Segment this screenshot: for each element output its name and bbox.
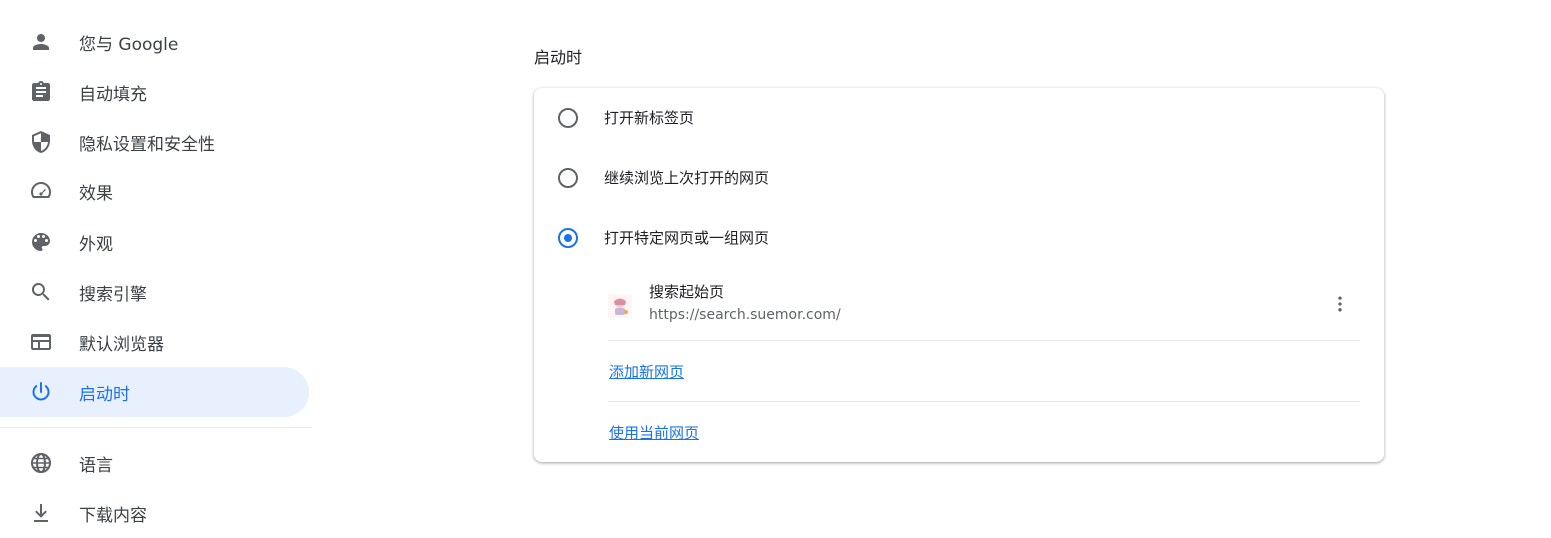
sidebar-item-label: 您与 Google (79, 34, 179, 55)
startup-options-card: 打开新标签页 继续浏览上次打开的网页 打开特定网页或一组网页 搜索起始页 htt… (534, 88, 1384, 462)
sidebar-item-autofill[interactable]: 自动填充 (0, 67, 309, 117)
sidebar-item-label: 自动填充 (79, 84, 147, 105)
site-favicon-icon (608, 294, 632, 318)
more-actions-button[interactable] (1328, 292, 1352, 316)
browser-icon (29, 330, 53, 354)
use-current-pages-link[interactable]: 使用当前网页 (609, 422, 699, 443)
sidebar-item-appearance[interactable]: 外观 (0, 217, 309, 267)
divider (608, 401, 1360, 402)
option-continue-where-left-off[interactable]: 继续浏览上次打开的网页 (534, 148, 1384, 208)
power-icon (29, 380, 53, 404)
speedometer-icon (29, 179, 53, 203)
palette-icon (29, 230, 53, 254)
divider (608, 340, 1360, 341)
sidebar-item-label: 搜索引擎 (79, 284, 147, 305)
search-icon (29, 280, 53, 304)
sidebar-item-label: 隐私设置和安全性 (79, 134, 215, 155)
sidebar-item-label: 默认浏览器 (79, 334, 164, 355)
shield-icon (29, 130, 53, 154)
radio-button[interactable] (558, 108, 578, 128)
sidebar-item-label: 启动时 (79, 384, 130, 405)
page-name: 搜索起始页 (649, 283, 725, 301)
more-vert-icon (1338, 296, 1342, 312)
sidebar-item-languages[interactable]: 语言 (0, 438, 309, 488)
sidebar-item-on-startup[interactable]: 启动时 (0, 367, 309, 417)
sidebar-item-search-engine[interactable]: 搜索引擎 (0, 267, 309, 317)
sidebar-item-you-and-google[interactable]: 您与 Google (0, 17, 309, 67)
sidebar-item-performance[interactable]: 效果 (0, 166, 309, 216)
sidebar-item-privacy[interactable]: 隐私设置和安全性 (0, 117, 309, 167)
sidebar-item-default-browser[interactable]: 默认浏览器 (0, 317, 309, 367)
sidebar-divider (0, 427, 312, 428)
person-icon (29, 30, 53, 54)
section-title: 启动时 (534, 48, 583, 67)
add-new-page-link[interactable]: 添加新网页 (609, 361, 684, 382)
option-label: 继续浏览上次打开的网页 (604, 169, 770, 187)
page-url: https://search.suemor.com/ (649, 307, 841, 323)
option-open-specific-pages[interactable]: 打开特定网页或一组网页 (534, 208, 1384, 268)
sidebar-item-label: 下载内容 (79, 505, 147, 526)
option-label: 打开新标签页 (604, 109, 695, 127)
sidebar-item-downloads[interactable]: 下载内容 (0, 488, 309, 538)
option-open-new-tab[interactable]: 打开新标签页 (534, 88, 1384, 148)
download-icon (29, 501, 53, 525)
clipboard-icon (29, 80, 53, 104)
sidebar: 您与 Google 自动填充 隐私设置和安全性 效果 外观 搜索引擎 默认浏览器… (0, 0, 312, 526)
sidebar-item-label: 效果 (79, 183, 113, 204)
sidebar-item-label: 外观 (79, 234, 113, 255)
sidebar-item-label: 语言 (79, 455, 113, 476)
radio-button-checked[interactable] (558, 228, 578, 248)
globe-icon (29, 451, 53, 475)
startup-page-entry: 搜索起始页 https://search.suemor.com/ (608, 278, 1360, 340)
option-label: 打开特定网页或一组网页 (604, 229, 770, 247)
radio-button[interactable] (558, 168, 578, 188)
